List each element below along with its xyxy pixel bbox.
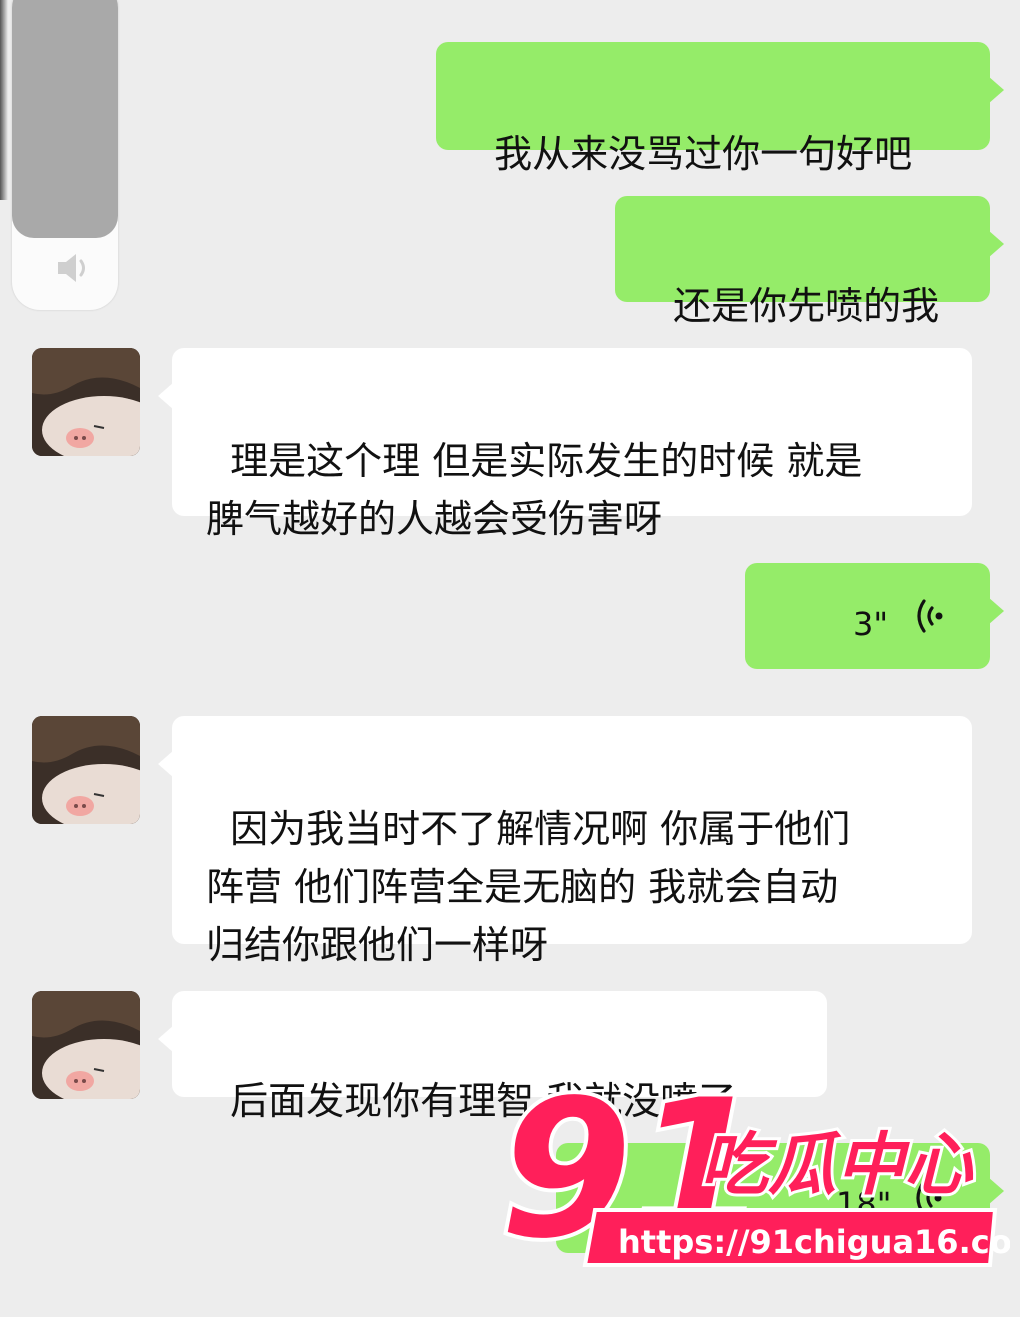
received-message-bubble[interactable]: 因为我当时不了解情况啊 你属于他们 阵营 他们阵营全是无脑的 我就会自动 归结你… [158, 716, 972, 967]
watermark-url: https://91chigua16.com [618, 1223, 1010, 1261]
watermark: 91 吃瓜中心 https://91chigua16.com [496, 1055, 1020, 1284]
sent-voice-message[interactable]: 3" [745, 563, 1004, 669]
contact-avatar[interactable] [32, 991, 140, 1099]
video-thumbnail-blurred [12, 0, 118, 238]
voice-wave-icon [917, 599, 943, 633]
speaker-icon [58, 254, 85, 282]
message-text: 我从来没骂过你一句好吧 [494, 132, 913, 176]
message-text: 还是你先喷的我 [673, 284, 940, 328]
watermark-brand: 吃瓜中心 [700, 1126, 974, 1205]
contact-avatar[interactable] [32, 716, 140, 824]
left-edge-shadow [0, 0, 8, 200]
received-message-bubble[interactable]: 理是这个理 但是实际发生的时候 就是 脾气越好的人越会受伤害呀 [158, 348, 972, 541]
avatar-image [32, 716, 140, 824]
watermark-graphic: 91 吃瓜中心 https://91chigua16.com [496, 1055, 1020, 1284]
video-message-card[interactable] [12, 0, 118, 310]
sent-message-bubble[interactable]: 我从来没骂过你一句好吧 [436, 42, 1004, 176]
sent-message-bubble[interactable]: 还是你先喷的我 [615, 196, 1004, 328]
avatar-image [32, 991, 140, 1099]
message-text: 因为我当时不了解情况啊 你属于他们 阵营 他们阵营全是无脑的 我就会自动 归结你… [206, 807, 851, 967]
avatar-image [32, 348, 140, 456]
contact-avatar[interactable] [32, 348, 140, 456]
message-text: 理是这个理 但是实际发生的时候 就是 脾气越好的人越会受伤害呀 [206, 439, 863, 541]
voice-duration: 3" [853, 605, 889, 643]
